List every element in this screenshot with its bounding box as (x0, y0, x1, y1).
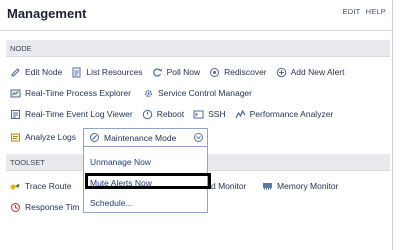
refresh-icon (152, 67, 163, 78)
node-row-2: Real-Time Process Explorer Service Contr… (10, 85, 261, 101)
process-explorer-icon (10, 88, 21, 99)
highlight-box (85, 173, 211, 189)
gear-icon (143, 88, 154, 99)
event-log-icon (10, 109, 21, 120)
toolset-row-1: Trace Route (10, 178, 80, 194)
node-row-4: Analyze Logs (10, 129, 85, 145)
help-link[interactable]: HELP (366, 7, 386, 16)
reboot-button[interactable]: Reboot (142, 109, 184, 120)
terminal-icon (193, 109, 204, 120)
node-section-header: NODE (6, 40, 390, 57)
response-time-button[interactable]: Response Tim (10, 202, 79, 213)
plus-circle-icon (276, 67, 287, 78)
analyze-logs-icon (10, 132, 21, 143)
response-time-icon (10, 202, 21, 213)
service-control-manager-button[interactable]: Service Control Manager (143, 88, 252, 99)
menu-item-unmanage-now[interactable]: Unmanage Now (90, 157, 151, 167)
list-icon (71, 67, 82, 78)
analyze-logs-button[interactable]: Analyze Logs (10, 132, 76, 143)
monitor-link-partial[interactable]: d Monitor (211, 181, 246, 191)
edit-link[interactable]: EDIT (343, 7, 361, 16)
management-panel: Management EDIT HELP NODE Edit Node List… (0, 0, 393, 250)
trace-route-button[interactable]: Trace Route (10, 181, 71, 192)
add-new-alert-button[interactable]: Add New Alert (276, 67, 345, 78)
performance-icon (235, 109, 246, 120)
memory-icon (262, 180, 273, 191)
ssh-button[interactable]: SSH (193, 109, 226, 120)
edit-node-button[interactable]: Edit Node (10, 67, 62, 78)
maintenance-mode-button[interactable]: Maintenance Mode (83, 128, 208, 147)
memory-monitor-button[interactable]: Memory Monitor (262, 180, 338, 191)
rediscover-icon (209, 67, 220, 78)
menu-item-schedule[interactable]: Schedule... (90, 198, 133, 208)
panel-title: Management (7, 6, 87, 21)
chevron-down-icon (194, 133, 203, 142)
event-log-viewer-button[interactable]: Real-Time Event Log Viewer (10, 109, 133, 120)
toolset-row-2: Response Tim (10, 199, 88, 215)
panel-header: Management EDIT HELP (0, 0, 392, 31)
node-row-3: Real-Time Event Log Viewer Reboot SSH Pe… (10, 106, 342, 122)
trace-route-icon (10, 181, 21, 192)
power-icon (142, 109, 153, 120)
node-row-1: Edit Node List Resources Poll Now Redisc… (10, 64, 354, 80)
process-explorer-button[interactable]: Real-Time Process Explorer (10, 88, 131, 99)
rediscover-button[interactable]: Rediscover (209, 67, 267, 78)
maintenance-icon (89, 132, 100, 143)
header-links: EDIT HELP (340, 7, 386, 16)
performance-analyzer-button[interactable]: Performance Analyzer (235, 109, 333, 120)
poll-now-button[interactable]: Poll Now (152, 67, 200, 78)
list-resources-button[interactable]: List Resources (71, 67, 143, 78)
pencil-icon (10, 67, 21, 78)
